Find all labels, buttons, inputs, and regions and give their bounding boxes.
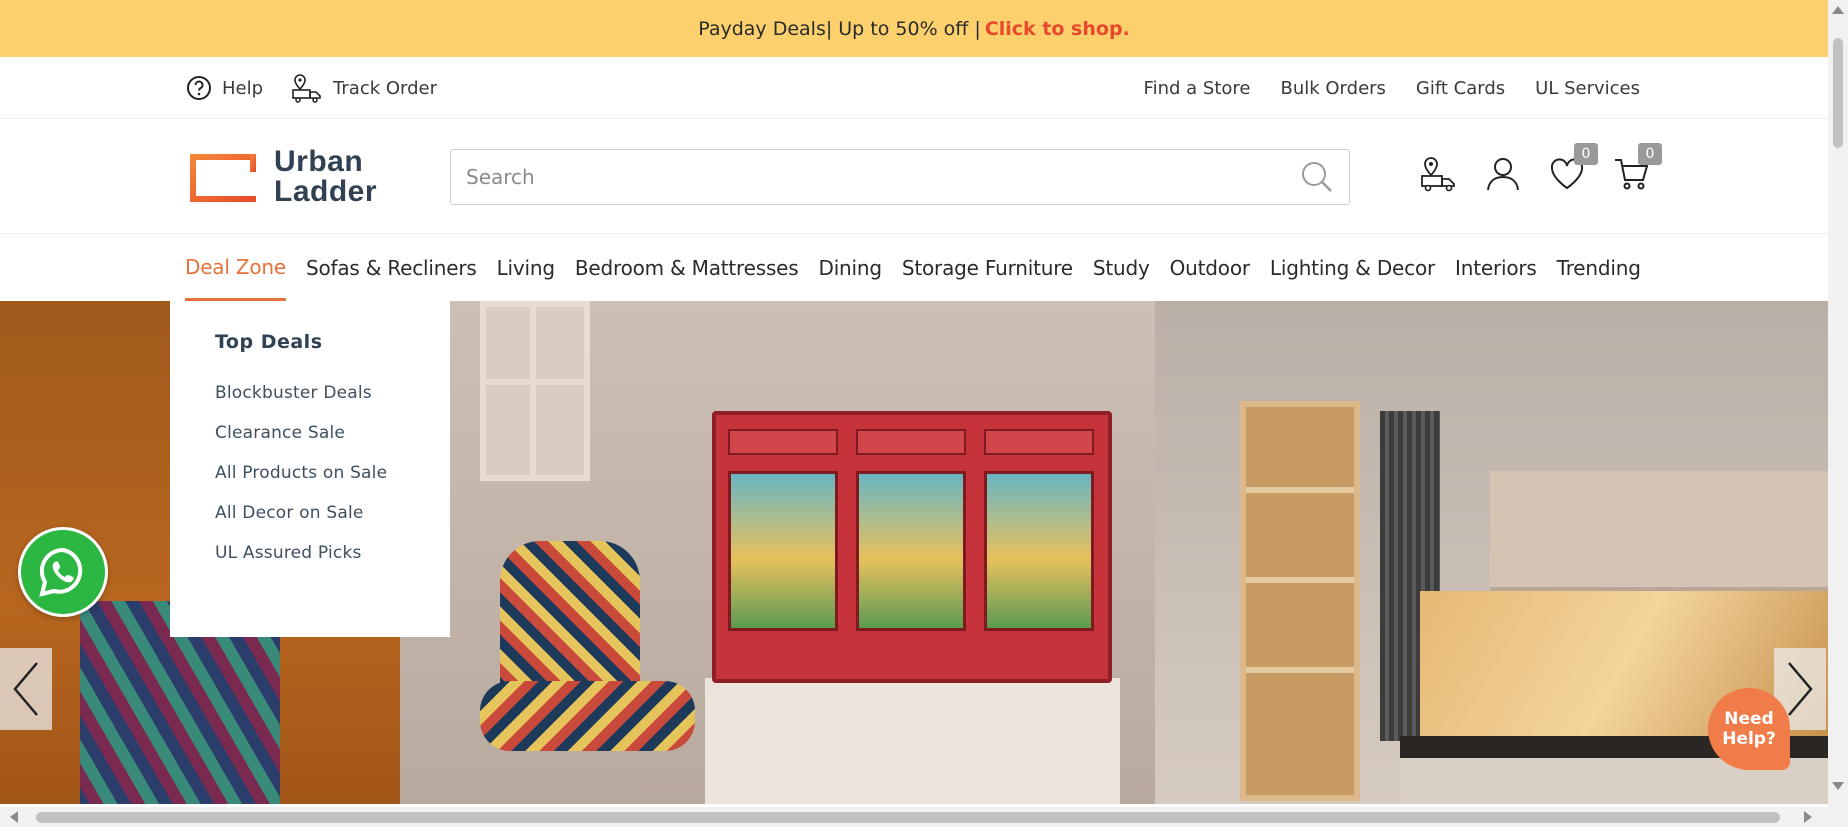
deal-zone-dropdown: Top Deals Blockbuster Deals Clearance Sa… [170,301,450,637]
help-link[interactable]: Help [186,75,263,101]
scroll-left-arrow-icon[interactable] [10,811,18,823]
ul-services-link[interactable]: UL Services [1535,78,1640,99]
whatsapp-button[interactable] [18,527,108,617]
logo-line-1: Urban [274,145,364,178]
hero-painted-cabinet [712,411,1112,683]
logo-line-2: Ladder [274,175,378,208]
dropdown-item-blockbuster-deals[interactable]: Blockbuster Deals [215,383,405,403]
logo-text: Urban Ladder [274,147,377,207]
help-label: Help [222,77,264,99]
utility-bar: Help Track Order Find a Store Bulk Order… [0,57,1828,119]
cart-count-badge: 0 [1638,143,1662,165]
vertical-scroll-thumb[interactable] [1833,38,1843,148]
promo-cta-link[interactable]: Click to shop. [985,18,1130,40]
bulk-orders-link[interactable]: Bulk Orders [1280,78,1385,99]
promo-banner[interactable]: Payday Deals| Up to 50% off | Click to s… [0,0,1828,57]
horizontal-scroll-thumb[interactable] [36,812,1780,823]
gift-cards-link[interactable]: Gift Cards [1416,78,1505,99]
dropdown-item-all-decor-on-sale[interactable]: All Decor on Sale [215,503,405,523]
hero-plinth [705,678,1120,804]
scroll-right-arrow-icon[interactable] [1804,811,1812,823]
dropdown-item-clearance-sale[interactable]: Clearance Sale [215,423,405,443]
vertical-scrollbar[interactable] [1828,0,1848,807]
track-order-label: Track Order [333,77,438,99]
nav-item-lighting-decor[interactable]: Lighting & Decor [1270,235,1435,301]
nav-item-study[interactable]: Study [1093,235,1150,301]
nav-item-bedroom-mattresses[interactable]: Bedroom & Mattresses [575,235,799,301]
help-icon [187,76,211,100]
scroll-up-arrow-icon[interactable] [1832,6,1844,14]
whatsapp-icon [39,547,83,597]
carousel-prev-button[interactable] [0,648,52,730]
dropdown-item-ul-assured-picks[interactable]: UL Assured Picks [215,543,405,563]
nav-item-sofas-recliners[interactable]: Sofas & Recliners [306,235,477,301]
wishlist-button[interactable]: 0 [1548,143,1598,195]
delivery-truck-pin-icon [1421,157,1455,192]
dropdown-title: Top Deals [215,331,323,353]
cart-button[interactable]: 0 [1612,143,1662,195]
nav-item-outdoor[interactable]: Outdoor [1170,235,1250,301]
search-icon[interactable] [1300,160,1334,194]
wishlist-count-badge: 0 [1574,143,1598,165]
urban-ladder-logo[interactable]: Urban Ladder [186,147,377,207]
nav-item-living[interactable]: Living [497,235,555,301]
delivery-tracker-button[interactable] [1420,153,1458,195]
nav-item-storage-furniture[interactable]: Storage Furniture [902,235,1073,301]
category-nav: Deal Zone Sofas & Recliners Living Bedro… [0,235,1828,301]
need-help-line-2: Help? [1722,729,1776,749]
account-button[interactable] [1484,153,1522,195]
main-header: Urban Ladder Search 0 0 [0,119,1828,234]
nav-item-trending[interactable]: Trending [1557,235,1641,301]
dropdown-item-all-products-on-sale[interactable]: All Products on Sale [215,463,405,483]
need-help-chat-button[interactable]: Need Help? [1708,688,1790,770]
search-bar [450,149,1350,205]
nav-item-deal-zone[interactable]: Deal Zone [185,235,286,301]
scroll-down-arrow-icon[interactable] [1832,782,1844,790]
chevron-right-icon [1788,662,1813,716]
horizontal-scrollbar[interactable] [0,807,1848,827]
logo-mark-icon [190,154,256,202]
promo-text: Payday Deals| Up to 50% off | [698,17,981,40]
nav-item-dining[interactable]: Dining [819,235,883,301]
need-help-line-1: Need [1724,709,1774,729]
search-input[interactable] [466,165,1300,189]
track-order-icon [292,74,321,103]
hero-patterned-chair [480,541,695,804]
user-icon [1487,158,1519,191]
nav-item-interiors[interactable]: Interiors [1455,235,1537,301]
chevron-left-icon [13,662,38,716]
find-store-link[interactable]: Find a Store [1144,78,1251,99]
hero-window [480,301,590,481]
track-order-link[interactable]: Track Order [291,73,437,103]
